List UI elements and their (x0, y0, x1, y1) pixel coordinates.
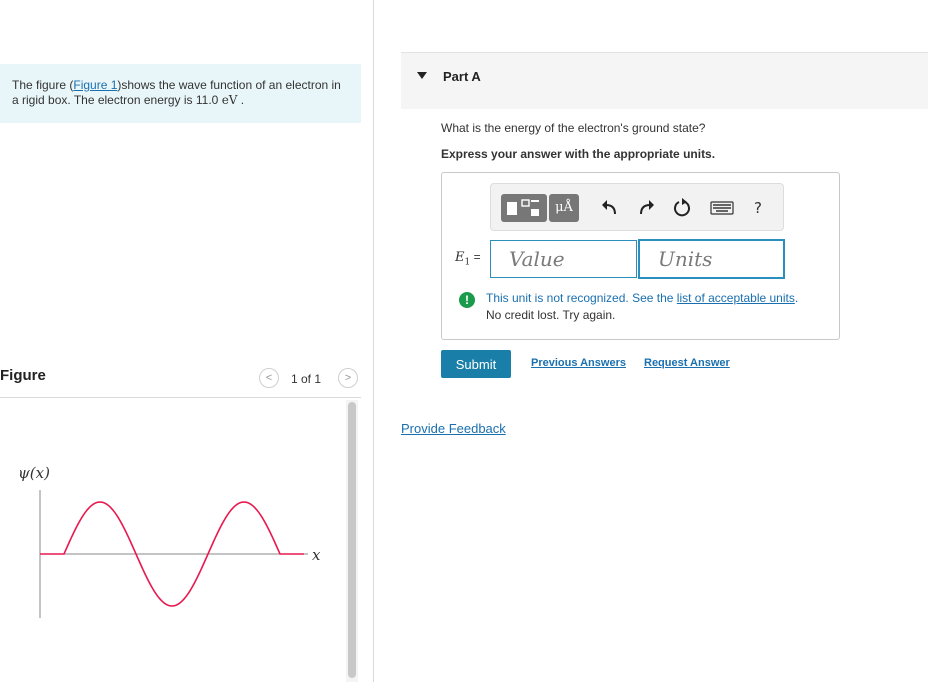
redo-button[interactable] (635, 194, 657, 222)
figure-area: ψ(x) x (0, 400, 346, 682)
redo-icon (640, 200, 654, 215)
math-toolbar: μÅ ? (490, 183, 784, 231)
problem-text-end: . (237, 93, 245, 107)
acceptable-units-link[interactable]: list of acceptable units (677, 291, 795, 305)
templates-button[interactable] (501, 194, 547, 222)
reset-icon (674, 198, 690, 217)
request-answer-link[interactable]: Request Answer (644, 357, 730, 369)
reset-button[interactable] (671, 194, 693, 222)
undo-button[interactable] (599, 194, 621, 222)
value-input[interactable] (490, 240, 637, 278)
figure-scrollbar[interactable] (346, 400, 358, 682)
problem-statement: The figure (Figure 1)shows the wave func… (0, 64, 361, 123)
y-axis-label: ψ(x) (18, 464, 50, 482)
variable-label: E1 = (455, 250, 481, 268)
templates-icon (507, 199, 539, 216)
units-input[interactable] (638, 239, 785, 279)
feedback-line-2: No credit lost. Try again. (486, 308, 616, 322)
problem-text-before: The figure ( (12, 78, 74, 92)
figure-title: Figure (0, 367, 46, 384)
previous-figure-button[interactable]: < (259, 368, 279, 388)
x-axis-label: x (312, 546, 321, 564)
answer-box: μÅ ? E1 = Value Units ! This unit is not… (441, 172, 840, 340)
keyboard-icon (710, 201, 734, 215)
part-title: Part A (443, 69, 481, 84)
column-divider (373, 0, 374, 682)
figure-scrollbar-thumb[interactable] (348, 402, 356, 678)
undo-icon (602, 200, 616, 215)
figure-pager-count: 1 of 1 (291, 372, 322, 386)
units-button[interactable]: μÅ (549, 194, 579, 222)
next-figure-button[interactable]: > (338, 368, 358, 388)
alert-icon: ! (459, 292, 475, 308)
help-button[interactable]: ? (747, 194, 769, 222)
question-text: What is the energy of the electron's gro… (441, 121, 706, 135)
provide-feedback-link[interactable]: Provide Feedback (401, 421, 506, 436)
feedback-line-1: This unit is not recognized. See the lis… (486, 291, 799, 305)
figure-link[interactable]: Figure 1 (73, 78, 117, 92)
submit-button[interactable]: Submit (441, 350, 511, 378)
keyboard-button[interactable] (707, 194, 737, 222)
instruction-text: Express your answer with the appropriate… (441, 147, 716, 161)
energy-unit: eV (221, 93, 238, 107)
part-a-header[interactable]: Part A (401, 52, 928, 109)
previous-answers-link[interactable]: Previous Answers (531, 357, 626, 369)
collapse-caret-icon[interactable] (417, 72, 427, 79)
wave-function-diagram: ψ(x) x (18, 464, 321, 618)
figure-header: Figure < 1 of 1 > (0, 360, 361, 398)
